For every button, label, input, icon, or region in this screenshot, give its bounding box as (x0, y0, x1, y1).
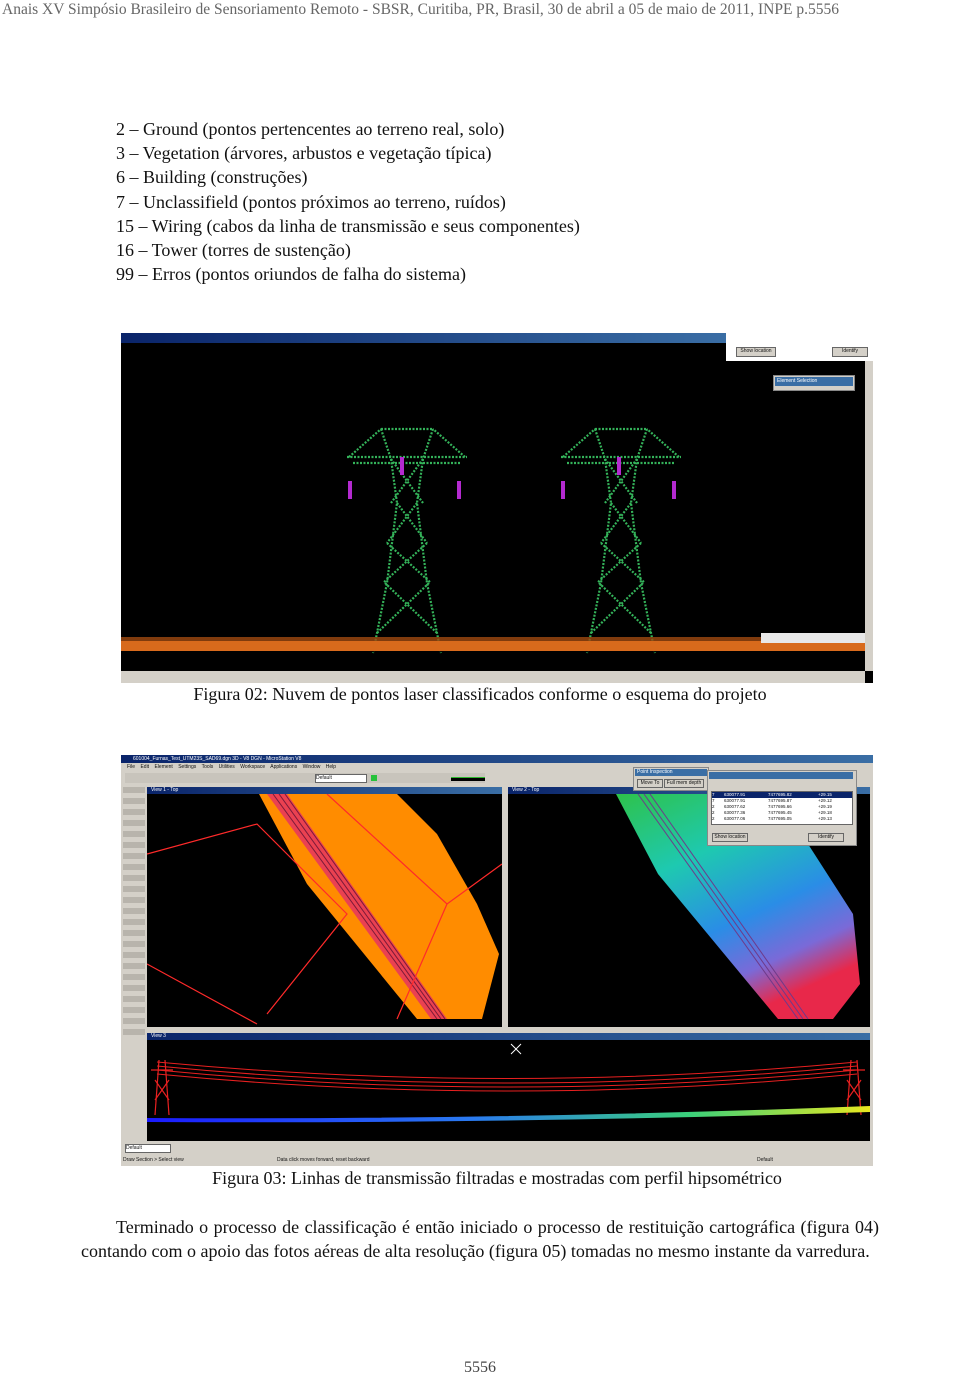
class-item: 7 – Unclassifield (pontos próximos ao te… (116, 191, 506, 212)
toolbar: Default (125, 773, 485, 783)
menu-edit[interactable]: Edit (140, 764, 149, 770)
menu-file[interactable]: File (127, 764, 135, 770)
bottom-level-select[interactable]: Default (125, 1144, 171, 1153)
view-3-profile-canvas (147, 1043, 870, 1123)
figure-3-microstation: 601004_Furnas_Test_UTM23S_SAD69.dgn 3D -… (121, 755, 873, 1166)
class-list: 2 – Ground (pontos pertencentes ao terre… (116, 117, 580, 286)
points-table-titlebar (709, 772, 853, 779)
view-1-titlebar: View 1 - Top (147, 787, 502, 794)
element-selection-dialog: Element Selection (773, 375, 855, 391)
points-table: 7 630077.91 7477695.82 +29.15 7 630077.91 747… (711, 791, 853, 825)
line-weight-bar[interactable] (451, 777, 485, 781)
menu-window[interactable]: Window (303, 764, 321, 770)
class-item: 6 – Building (construções) (116, 167, 308, 188)
menu-workspace[interactable]: Workspace (240, 764, 265, 770)
points-table-dialog: 7 630077.91 7477695.82 +29.15 7 630077.91 747… (707, 770, 857, 846)
tool-palette (123, 787, 145, 1037)
figure-2-dialog: Show location Identify (726, 333, 873, 361)
menu-bar: File Edit Element Settings Tools Utiliti… (127, 764, 336, 771)
identify-button[interactable]: Identify (808, 833, 844, 842)
view-1-canvas (147, 794, 502, 1025)
color-swatch-green[interactable] (371, 775, 377, 781)
class-item: 15 – Wiring (cabos da linha de transmiss… (116, 215, 580, 236)
figure-2-towers-svg (121, 427, 865, 683)
figure-2-point-cloud: Show location Identify Element Selection (121, 333, 873, 683)
class-item: 99 – Erros (pontos oriundos de falha do … (116, 264, 466, 285)
view-3: View 3 (147, 1033, 870, 1141)
point-inspection-title: Point Inspection (635, 769, 707, 776)
class-item: 3 – Vegetation (árvores, arbustos e vege… (116, 143, 492, 164)
show-location-button[interactable]: Show location (736, 347, 776, 357)
full-mem-depth-button[interactable]: Full mem depth (664, 779, 704, 788)
status-bar: Draw Section > Select view Data click mo… (121, 1155, 873, 1166)
tower-left (347, 427, 467, 654)
figure-3-caption: Figura 03: Linhas de transmissão filtrad… (212, 1168, 782, 1188)
body-paragraph: Terminado o processo de classificação é … (81, 1217, 879, 1262)
menu-utilities[interactable]: Utilities (219, 764, 235, 770)
view-3-titlebar: View 3 (147, 1033, 870, 1040)
move-to-button[interactable]: Move To (637, 779, 663, 788)
menu-help[interactable]: Help (326, 764, 336, 770)
menu-settings[interactable]: Settings (178, 764, 196, 770)
profile-tower-left (151, 1059, 173, 1116)
view-1: View 1 - Top (147, 787, 502, 1027)
menu-applications[interactable]: Applications (270, 764, 297, 770)
level-select[interactable]: Default (315, 774, 367, 783)
point-inspection-dialog: Point Inspection Move To Full mem depth (633, 767, 709, 791)
table-row[interactable]: 2 630077.06 7477695.05 +29.13 (712, 816, 852, 822)
figure-3-app-titlebar: 601004_Furnas_Test_UTM23S_SAD69.dgn 3D -… (121, 755, 873, 763)
class-item: 2 – Ground (pontos pertencentes ao terre… (116, 119, 505, 139)
figure-2-caption: Figura 02: Nuvem de pontos laser classif… (193, 684, 767, 704)
ground-strip (121, 641, 865, 651)
page-header: Anais XV Simpósio Brasileiro de Sensoria… (2, 1, 839, 18)
class-item: 16 – Tower (torres de sustenção) (116, 240, 351, 261)
cursor-x (510, 1043, 522, 1055)
element-selection-title: Element Selection (775, 377, 853, 386)
page-number: 5556 (464, 1359, 496, 1376)
identify-button[interactable]: Identify (832, 347, 868, 357)
menu-tools[interactable]: Tools (202, 764, 214, 770)
menu-element[interactable]: Element (154, 764, 172, 770)
show-location-button[interactable]: Show location (712, 833, 748, 842)
